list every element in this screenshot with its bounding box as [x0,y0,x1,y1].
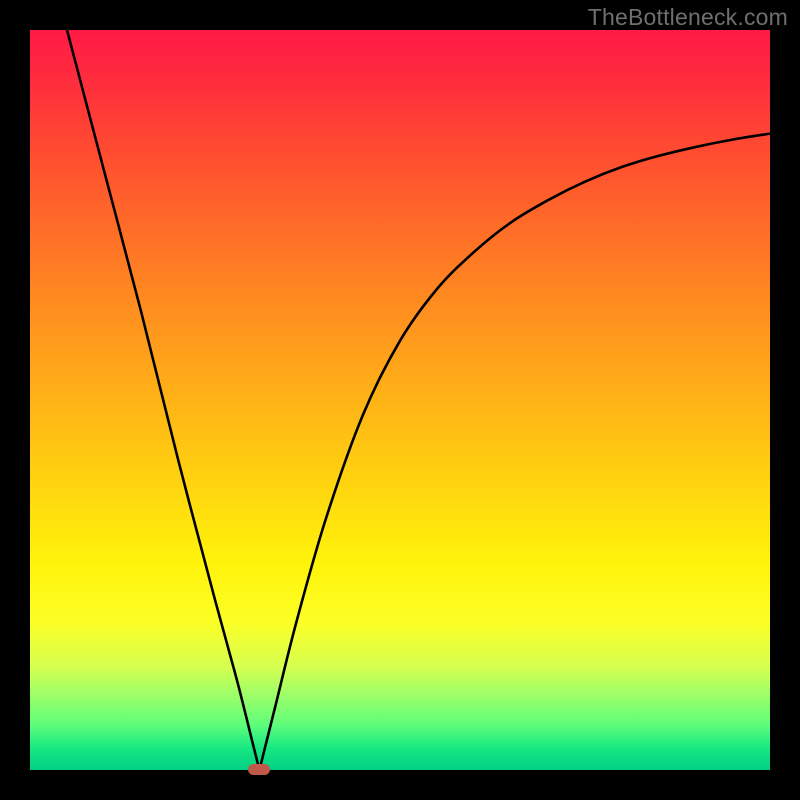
plot-area [30,30,770,770]
minimum-marker [248,764,270,775]
curve-path [67,30,770,770]
bottleneck-curve [30,30,770,770]
watermark-label: TheBottleneck.com [588,4,788,31]
chart-frame: TheBottleneck.com [0,0,800,800]
